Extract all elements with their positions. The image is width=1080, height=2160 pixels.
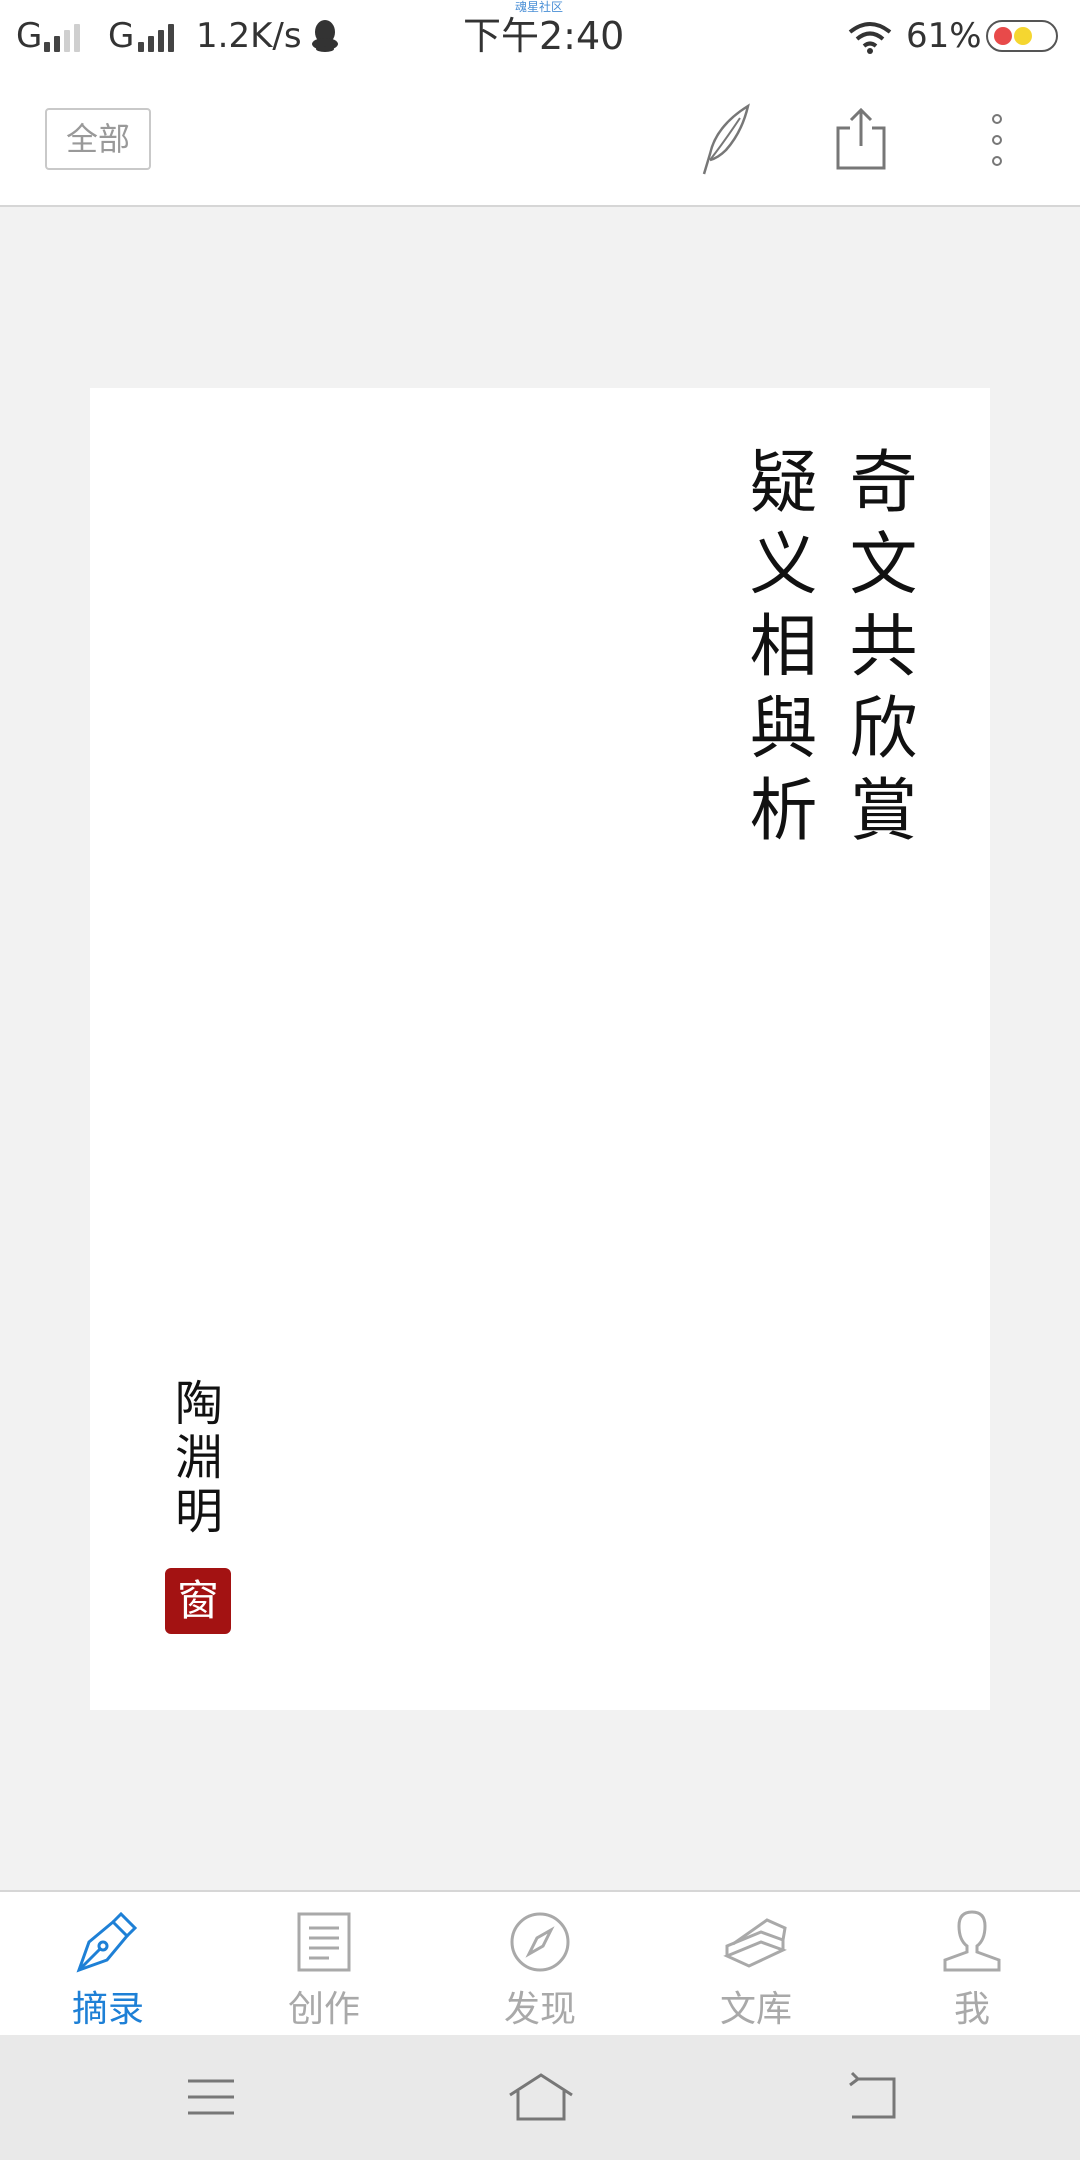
clock: 下午2:40 <box>463 14 625 58</box>
nav-label: 文库 <box>719 1989 792 2030</box>
nav-item-me[interactable]: 我 <box>864 1892 1080 2037</box>
nav-label: 我 <box>953 1989 990 2030</box>
back-icon[interactable] <box>842 2071 898 2123</box>
quote-line-2: 疑义相與析 <box>737 446 816 856</box>
carrier-label: G <box>108 16 135 56</box>
menu-icon[interactable] <box>186 2075 236 2119</box>
network-speed: 1.2K/s <box>196 16 302 56</box>
nav-label: 发现 <box>503 1989 576 2030</box>
status-bar: G G 1.2K/s 魂星社区 下午2:40 61% <box>0 0 1080 72</box>
person-icon <box>943 1910 1001 1972</box>
nav-label: 摘录 <box>71 1989 144 2030</box>
nav-item-library[interactable]: 文库 <box>648 1892 864 2037</box>
battery-icon <box>986 20 1058 52</box>
author-name: 陶淵明 <box>166 1378 222 1540</box>
seal-stamp: 窗 <box>165 1568 231 1634</box>
battery-percent: 61% <box>906 16 982 56</box>
document-icon <box>297 1912 351 1972</box>
top-toolbar: 全部 <box>0 72 1080 207</box>
system-nav-bar <box>0 2035 1080 2160</box>
nav-label: 创作 <box>287 1989 360 2030</box>
nav-item-excerpt[interactable]: 摘录 <box>0 1892 216 2037</box>
share-icon[interactable] <box>832 106 890 172</box>
compass-icon <box>510 1912 570 1972</box>
excerpt-card[interactable]: 奇文共欣賞 疑义相與析 陶淵明 窗 <box>90 388 990 1710</box>
nav-item-discover[interactable]: 发现 <box>432 1892 648 2037</box>
fountain-pen-icon <box>76 1911 138 1973</box>
quote-line-1: 奇文共欣賞 <box>837 446 916 856</box>
carrier-label: G <box>16 16 43 56</box>
bottom-nav: 摘录 创作 发现 文库 我 <box>0 1890 1080 2035</box>
signal-icon <box>44 22 94 52</box>
signal-icon <box>138 22 188 52</box>
home-icon[interactable] <box>506 2071 576 2123</box>
more-icon[interactable] <box>988 112 1006 168</box>
nav-item-create[interactable]: 创作 <box>216 1892 432 2037</box>
filter-all-button[interactable]: 全部 <box>45 108 151 170</box>
books-icon <box>723 1918 787 1968</box>
qq-penguin-icon <box>312 20 338 52</box>
wifi-icon <box>848 22 892 54</box>
quill-icon[interactable] <box>700 102 754 176</box>
